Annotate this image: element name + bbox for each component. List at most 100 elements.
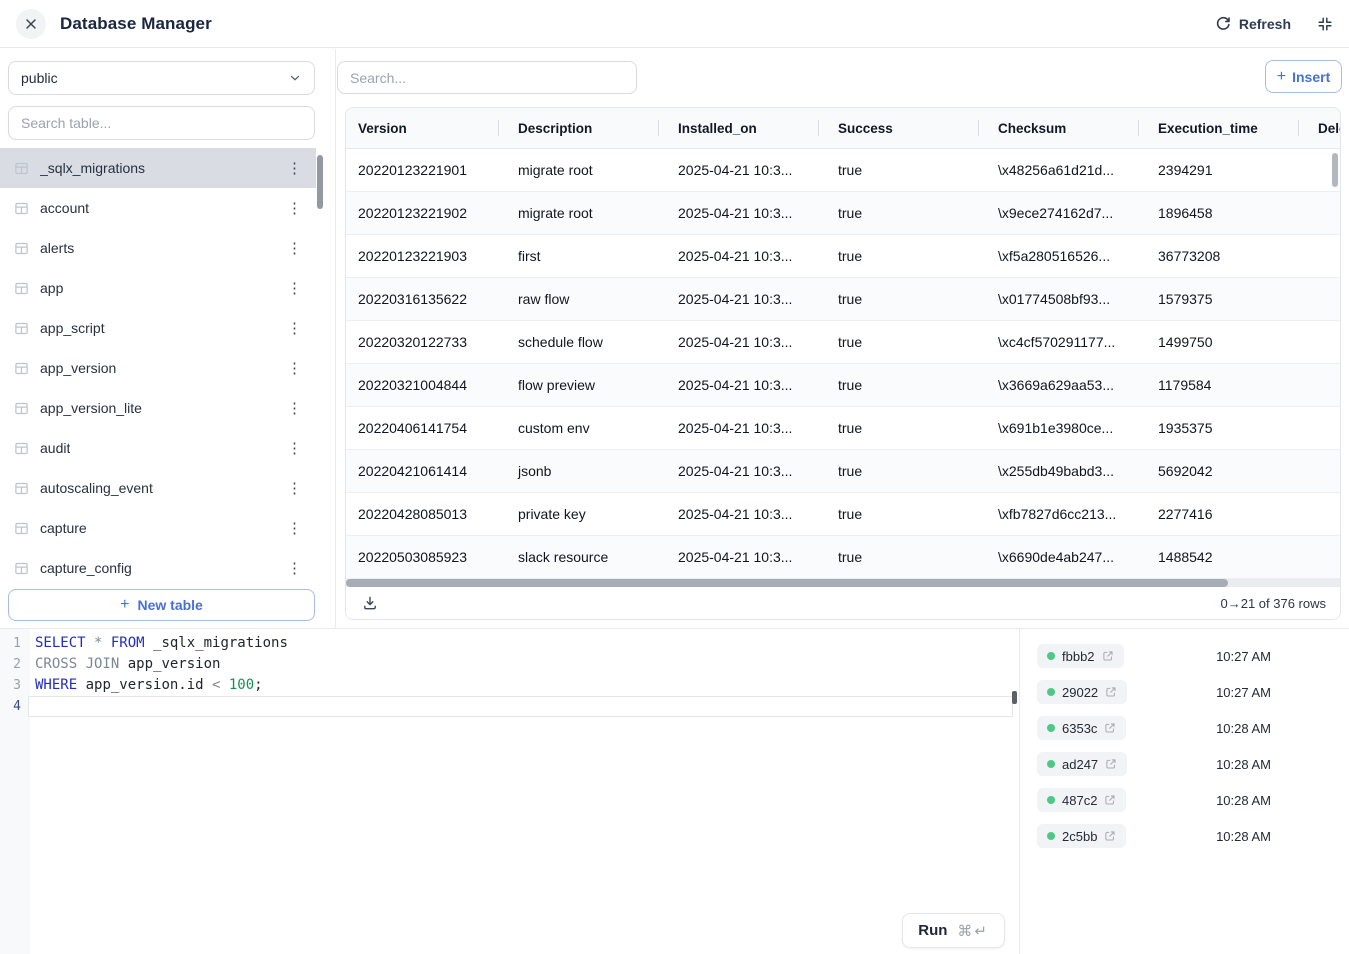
cell[interactable]: 20220320122733 bbox=[346, 321, 498, 363]
query-pill[interactable]: 487c2 bbox=[1037, 788, 1126, 812]
cell[interactable]: \x9ece274162d7... bbox=[978, 192, 1138, 234]
cell[interactable]: 1935375 bbox=[1138, 407, 1298, 449]
table-row[interactable]: 20220123221902migrate root2025-04-21 10:… bbox=[346, 192, 1340, 235]
cell[interactable]: true bbox=[818, 321, 978, 363]
cell[interactable]: 20220316135622 bbox=[346, 278, 498, 320]
table-row[interactable]: 20220320122733schedule flow2025-04-21 10… bbox=[346, 321, 1340, 364]
cell[interactable]: \xf5a280516526... bbox=[978, 235, 1138, 277]
download-button[interactable] bbox=[360, 593, 380, 613]
cell[interactable]: 2025-04-21 10:3... bbox=[658, 536, 818, 578]
cell[interactable]: schedule flow bbox=[498, 321, 658, 363]
query-pill[interactable]: 29022 bbox=[1037, 680, 1127, 704]
kebab-menu-icon[interactable]: ⋮ bbox=[283, 559, 306, 578]
sidebar-item-alerts[interactable]: alerts⋮ bbox=[0, 228, 316, 268]
cell[interactable]: \x48256a61d21d... bbox=[978, 149, 1138, 191]
cell[interactable]: 20220123221903 bbox=[346, 235, 498, 277]
cell[interactable]: migrate root bbox=[498, 149, 658, 191]
external-link-icon[interactable] bbox=[1104, 830, 1116, 842]
cell[interactable]: 2277416 bbox=[1138, 493, 1298, 535]
table-row[interactable]: 20220123221901migrate root2025-04-21 10:… bbox=[346, 149, 1340, 192]
cell[interactable]: \x691b1e3980ce... bbox=[978, 407, 1138, 449]
kebab-menu-icon[interactable]: ⋮ bbox=[283, 319, 306, 338]
kebab-menu-icon[interactable]: ⋮ bbox=[283, 159, 306, 178]
cell[interactable]: 2025-04-21 10:3... bbox=[658, 493, 818, 535]
cell[interactable]: jsonb bbox=[498, 450, 658, 492]
cell[interactable]: \x3669a629aa53... bbox=[978, 364, 1138, 406]
kebab-menu-icon[interactable]: ⋮ bbox=[283, 279, 306, 298]
kebab-menu-icon[interactable]: ⋮ bbox=[283, 519, 306, 538]
close-button[interactable] bbox=[16, 9, 46, 39]
external-link-icon[interactable] bbox=[1104, 722, 1116, 734]
table-row[interactable]: 20220123221903first2025-04-21 10:3...tru… bbox=[346, 235, 1340, 278]
cell[interactable]: \xc4cf570291177... bbox=[978, 321, 1138, 363]
external-link-icon[interactable] bbox=[1102, 650, 1114, 662]
cell[interactable]: flow preview bbox=[498, 364, 658, 406]
collapse-button[interactable] bbox=[1317, 16, 1333, 32]
cell[interactable]: 2025-04-21 10:3... bbox=[658, 364, 818, 406]
cell[interactable]: 1488542 bbox=[1138, 536, 1298, 578]
query-pill[interactable]: fbbb2 bbox=[1037, 644, 1124, 668]
cell[interactable]: 2025-04-21 10:3... bbox=[658, 235, 818, 277]
external-link-icon[interactable] bbox=[1104, 794, 1116, 806]
external-link-icon[interactable] bbox=[1105, 686, 1117, 698]
cell[interactable]: 20220406141754 bbox=[346, 407, 498, 449]
history-item[interactable]: ad24710:28 AM bbox=[1021, 746, 1349, 782]
cell[interactable]: true bbox=[818, 450, 978, 492]
run-button[interactable]: Run ⌘↵ bbox=[902, 913, 1005, 948]
table-row[interactable]: 20220421061414jsonb2025-04-21 10:3...tru… bbox=[346, 450, 1340, 493]
cell[interactable]: slack resource bbox=[498, 536, 658, 578]
kebab-menu-icon[interactable]: ⋮ bbox=[283, 239, 306, 258]
sidebar-item-autoscaling_event[interactable]: autoscaling_event⋮ bbox=[0, 468, 316, 508]
cell[interactable]: migrate root bbox=[498, 192, 658, 234]
table-row[interactable]: 20220503085923slack resource2025-04-21 1… bbox=[346, 536, 1340, 579]
cell[interactable]: true bbox=[818, 536, 978, 578]
kebab-menu-icon[interactable]: ⋮ bbox=[283, 359, 306, 378]
table-row[interactable]: 20220406141754custom env2025-04-21 10:3.… bbox=[346, 407, 1340, 450]
cell[interactable]: true bbox=[818, 149, 978, 191]
table-row[interactable]: 20220428085013private key2025-04-21 10:3… bbox=[346, 493, 1340, 536]
cell[interactable]: 1579375 bbox=[1138, 278, 1298, 320]
cell[interactable]: 1896458 bbox=[1138, 192, 1298, 234]
history-item[interactable]: 2c5bb10:28 AM bbox=[1021, 818, 1349, 854]
sidebar-item-_sqlx_migrations[interactable]: _sqlx_migrations⋮ bbox=[0, 148, 316, 188]
cell[interactable]: \x255db49babd3... bbox=[978, 450, 1138, 492]
cell[interactable]: true bbox=[818, 192, 978, 234]
sidebar-item-app[interactable]: app⋮ bbox=[0, 268, 316, 308]
sidebar-item-app_version[interactable]: app_version⋮ bbox=[0, 348, 316, 388]
cell[interactable]: 2025-04-21 10:3... bbox=[658, 450, 818, 492]
cell[interactable]: \x01774508bf93... bbox=[978, 278, 1138, 320]
sidebar-item-app_script[interactable]: app_script⋮ bbox=[0, 308, 316, 348]
cell[interactable]: true bbox=[818, 364, 978, 406]
cell[interactable]: 20220421061414 bbox=[346, 450, 498, 492]
cell[interactable]: 1499750 bbox=[1138, 321, 1298, 363]
cell[interactable]: 20220123221902 bbox=[346, 192, 498, 234]
history-item[interactable]: 487c210:28 AM bbox=[1021, 782, 1349, 818]
table-row[interactable]: 20220316135622raw flow2025-04-21 10:3...… bbox=[346, 278, 1340, 321]
cell[interactable]: 2025-04-21 10:3... bbox=[658, 278, 818, 320]
cell[interactable]: 2025-04-21 10:3... bbox=[658, 149, 818, 191]
editor-scrollbar-thumb[interactable] bbox=[1012, 691, 1017, 704]
cell[interactable]: first bbox=[498, 235, 658, 277]
history-item[interactable]: 6353c10:28 AM bbox=[1021, 710, 1349, 746]
sidebar-item-capture_config[interactable]: capture_config⋮ bbox=[0, 548, 316, 585]
new-table-button[interactable]: + New table bbox=[8, 589, 315, 621]
cell[interactable]: true bbox=[818, 493, 978, 535]
cell[interactable]: true bbox=[818, 278, 978, 320]
query-pill[interactable]: 2c5bb bbox=[1037, 824, 1126, 848]
table-row[interactable]: 20220321004844flow preview2025-04-21 10:… bbox=[346, 364, 1340, 407]
vertical-scrollbar-thumb[interactable] bbox=[1332, 153, 1338, 187]
insert-button[interactable]: + Insert bbox=[1265, 60, 1342, 93]
cell[interactable]: true bbox=[818, 235, 978, 277]
cell[interactable]: custom env bbox=[498, 407, 658, 449]
kebab-menu-icon[interactable]: ⋮ bbox=[283, 479, 306, 498]
rows-search-input[interactable] bbox=[337, 61, 637, 94]
sidebar-item-audit[interactable]: audit⋮ bbox=[0, 428, 316, 468]
kebab-menu-icon[interactable]: ⋮ bbox=[283, 399, 306, 418]
cell[interactable]: \xfb7827d6cc213... bbox=[978, 493, 1138, 535]
kebab-menu-icon[interactable]: ⋮ bbox=[283, 199, 306, 218]
sidebar-item-capture[interactable]: capture⋮ bbox=[0, 508, 316, 548]
cell[interactable]: \x6690de4ab247... bbox=[978, 536, 1138, 578]
query-pill[interactable]: ad247 bbox=[1037, 752, 1127, 776]
cell[interactable]: raw flow bbox=[498, 278, 658, 320]
cell[interactable]: 36773208 bbox=[1138, 235, 1298, 277]
